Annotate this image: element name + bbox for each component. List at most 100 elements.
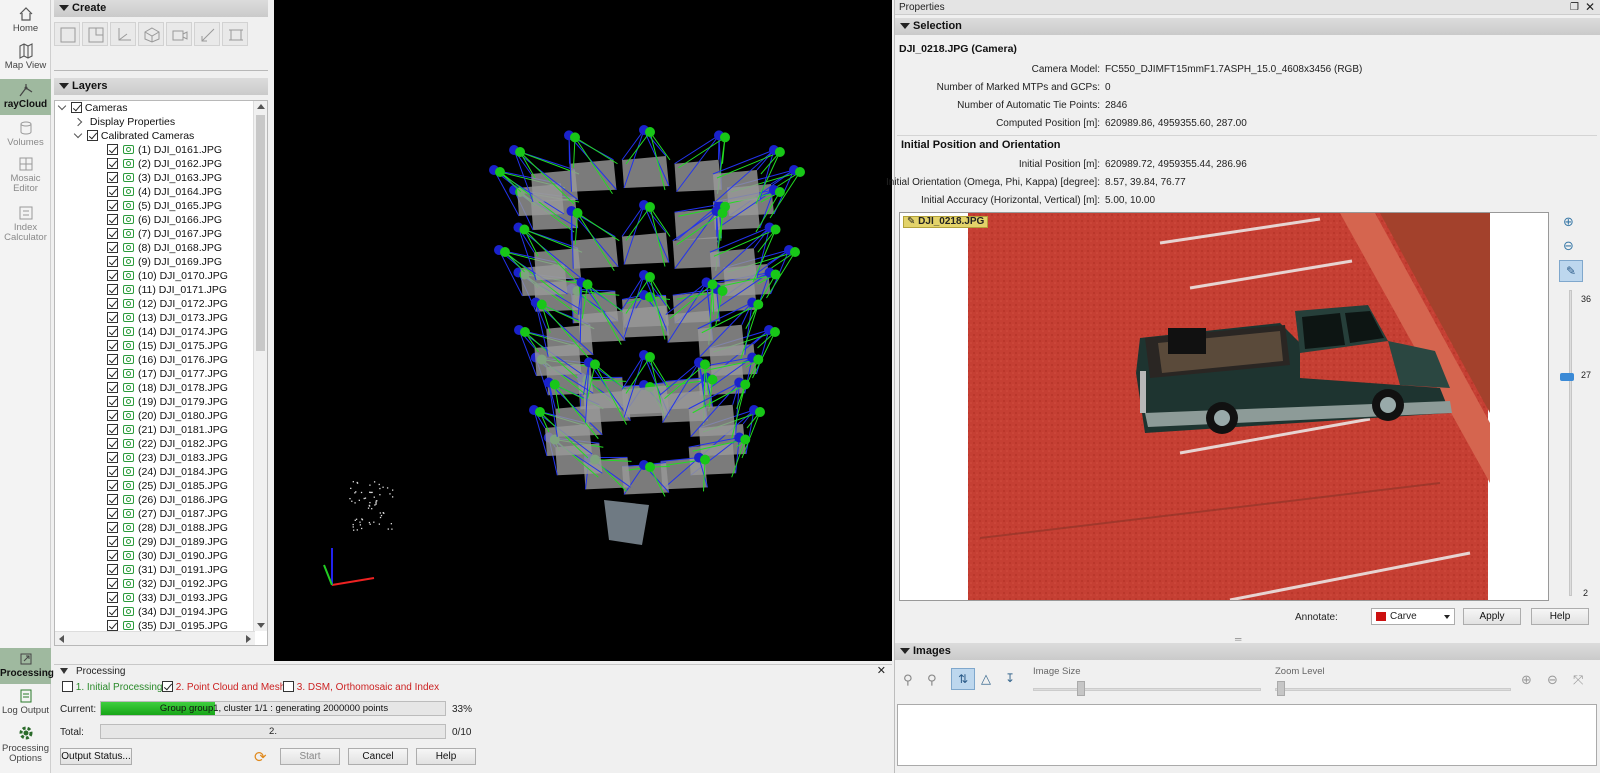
unlink-icon[interactable]: ⚲ [927,672,937,688]
camera-photo[interactable] [900,213,1549,601]
computed-camera-position[interactable] [519,224,530,235]
image-size-slider[interactable] [1033,688,1261,691]
computed-camera-position[interactable] [590,359,600,370]
nav-index-calculator[interactable]: Index Calculator [0,205,51,251]
camera-checkbox[interactable] [107,438,118,449]
annotate-pencil-button[interactable]: ✎ [1559,260,1583,282]
camera-list-item[interactable]: (12) DJI_0172.JPG [107,297,228,311]
camera-checkbox[interactable] [107,186,118,197]
splitter[interactable] [54,70,268,71]
camera-list-item[interactable]: (23) DJI_0183.JPG [107,451,228,465]
camera-checkbox[interactable] [107,620,118,631]
alpha-sort-icon[interactable]: ↧ [1005,671,1015,685]
nav-home[interactable]: Home [0,6,51,40]
camera-list-item[interactable]: (18) DJI_0178.JPG [107,381,228,395]
camera-checkbox[interactable] [107,214,118,225]
annotate-select[interactable]: Carve [1371,608,1455,625]
tree-vertical-scrollbar[interactable] [253,101,267,631]
camera-checkbox[interactable] [107,298,118,309]
selection-section-header[interactable]: Selection [895,18,1600,35]
camera-list-item[interactable]: (27) DJI_0187.JPG [107,507,228,521]
camera-checkbox[interactable] [107,606,118,617]
computed-camera-position[interactable] [645,352,655,362]
camera-list-item[interactable]: (9) DJI_0169.JPG [107,255,222,269]
sort-button[interactable]: ⇅ [951,668,975,690]
zoom-slider-track[interactable] [1569,290,1572,596]
chevron-down-icon[interactable] [57,101,67,111]
camera-list-item[interactable]: (14) DJI_0174.JPG [107,325,228,339]
computed-camera-position[interactable] [570,132,580,143]
camera-list-item[interactable]: (15) DJI_0175.JPG [107,339,228,353]
start-button[interactable]: Start [280,748,340,765]
step-3-checkbox[interactable] [283,681,294,692]
computed-camera-position[interactable] [495,167,505,177]
create-tool-line[interactable] [194,22,220,46]
scroll-down-icon[interactable] [257,623,265,628]
scroll-up-icon[interactable] [257,104,265,109]
camera-list-item[interactable]: (1) DJI_0161.JPG [107,143,222,157]
camera-list-item[interactable]: (17) DJI_0177.JPG [107,367,228,381]
camera-list-item[interactable]: (24) DJI_0184.JPG [107,465,228,479]
computed-camera-position[interactable] [707,374,718,385]
scroll-right-icon[interactable] [246,635,251,643]
computed-camera-position[interactable] [717,285,728,296]
step-1-checkbox[interactable] [62,681,73,692]
camera-checkbox[interactable] [107,396,118,407]
annotate-help-button[interactable]: Help [1531,608,1589,625]
camera-image-viewer[interactable]: ✎ DJI_0218.JPG [899,212,1549,601]
camera-checkbox[interactable] [107,578,118,589]
camera-checkbox[interactable] [107,256,118,267]
undock-icon[interactable]: ❐ [1570,0,1579,15]
camera-list-item[interactable]: (31) DJI_0191.JPG [107,563,228,577]
computed-camera-position[interactable] [755,407,765,417]
tree-row-display-properties[interactable]: Display Properties [73,115,175,129]
camera-point-cloud-scene[interactable] [274,0,892,661]
chevron-down-icon[interactable] [1444,615,1450,619]
tree-row-calibrated[interactable]: Calibrated Cameras [73,129,194,143]
computed-camera-position[interactable] [549,379,560,390]
raycloud-3d-viewer[interactable] [274,0,892,661]
camera-checkbox[interactable] [107,270,118,281]
step-3[interactable]: 3. DSM, Orthomosaic and Index [283,681,439,693]
camera-checkbox[interactable] [107,536,118,547]
camera-list-item[interactable]: (33) DJI_0193.JPG [107,591,228,605]
zoom-level-thumb[interactable] [1277,681,1285,696]
camera-list-item[interactable]: (6) DJI_0166.JPG [107,213,222,227]
create-tool-axis[interactable] [110,22,136,46]
camera-list-item[interactable]: (34) DJI_0194.JPG [107,605,228,619]
cameras-checkbox[interactable] [71,102,82,113]
computed-camera-position[interactable] [645,462,655,472]
apply-button[interactable]: Apply [1463,608,1521,625]
create-tool-crop[interactable] [222,22,248,46]
images-section-header[interactable]: Images [895,643,1600,660]
camera-checkbox[interactable] [107,424,118,435]
computed-camera-position[interactable] [770,327,780,337]
scroll-thumb[interactable] [256,115,265,351]
nav-raycloud[interactable]: rayCloud [0,79,51,115]
camera-list-item[interactable]: (30) DJI_0190.JPG [107,549,228,563]
create-tool-volume[interactable] [138,22,164,46]
camera-checkbox[interactable] [107,494,118,505]
camera-list-item[interactable]: (21) DJI_0181.JPG [107,423,228,437]
images-zoom-out-icon[interactable]: ⊖ [1547,672,1558,688]
fit-icon[interactable]: ⤧ [1573,672,1583,688]
nav-volumes[interactable]: Volumes [0,120,51,154]
camera-checkbox[interactable] [107,354,118,365]
camera-list-item[interactable]: (8) DJI_0168.JPG [107,241,222,255]
camera-list-item[interactable]: (11) DJI_0171.JPG [107,283,227,297]
layers-tree[interactable]: Cameras Display Properties Calibrated Ca… [54,100,268,646]
camera-checkbox[interactable] [107,340,118,351]
computed-camera-position[interactable] [790,247,800,257]
link-icon[interactable]: ⚲ [903,672,913,688]
images-zoom-in-icon[interactable]: ⊕ [1521,672,1532,688]
computed-camera-position[interactable] [645,272,655,282]
camera-checkbox[interactable] [107,522,118,533]
nav-processing[interactable]: Processing [0,648,54,684]
computed-camera-position[interactable] [753,354,764,365]
output-status-button[interactable]: Output Status... [60,748,132,765]
nav-mosaic-editor[interactable]: Mosaic Editor [0,156,51,202]
close-icon[interactable]: ✕ [1585,0,1595,15]
image-size-thumb[interactable] [1077,681,1085,696]
computed-camera-position[interactable] [700,359,710,370]
camera-list-item[interactable]: (10) DJI_0170.JPG [107,269,228,283]
